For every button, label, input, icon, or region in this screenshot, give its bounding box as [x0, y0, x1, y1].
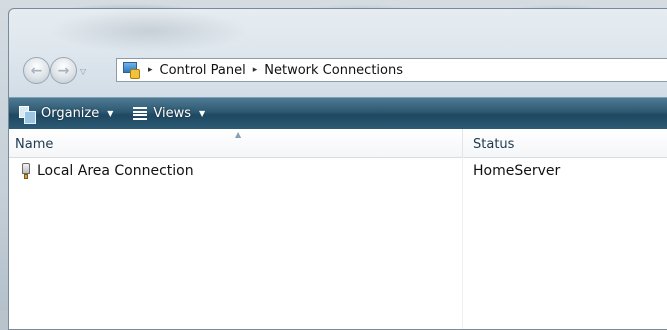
forward-button[interactable]: → — [50, 57, 77, 84]
file-list: ▲ Name Status Local Area Connection Home… — [9, 129, 667, 329]
breadcrumb-network-connections[interactable]: Network Connections — [264, 63, 403, 78]
list-item[interactable]: Local Area Connection HomeServer — [9, 162, 667, 182]
column-header-name[interactable]: ▲ Name — [9, 129, 463, 157]
organize-label: Organize — [41, 106, 100, 121]
column-header-label: Name — [15, 137, 54, 152]
navigation-bar: ← → ▽ ▸ Control Panel ▸ Network Connecti… — [9, 53, 667, 87]
explorer-window: ← → ▽ ▸ Control Panel ▸ Network Connecti… — [8, 8, 667, 330]
back-button[interactable]: ← — [23, 57, 50, 84]
column-header-label: Status — [473, 137, 515, 152]
control-panel-icon — [121, 61, 141, 79]
breadcrumb-control-panel[interactable]: Control Panel — [160, 63, 246, 78]
column-divider — [462, 157, 463, 329]
column-header-row: ▲ Name Status — [9, 129, 667, 158]
chevron-down-icon: ▼ — [199, 109, 206, 118]
command-toolbar: Organize ▼ Views ▼ — [9, 97, 667, 129]
chevron-down-icon: ▼ — [107, 109, 114, 118]
glass-title-area — [49, 9, 249, 53]
back-arrow-icon: ← — [30, 62, 43, 79]
sort-ascending-icon: ▲ — [235, 130, 242, 139]
breadcrumb-separator[interactable]: ▸ — [148, 65, 153, 75]
connection-name: Local Area Connection — [37, 163, 194, 179]
forward-arrow-icon: → — [57, 62, 70, 79]
recent-pages-dropdown[interactable]: ▽ — [80, 67, 86, 76]
views-button[interactable]: Views ▼ — [127, 98, 211, 129]
address-bar[interactable]: ▸ Control Panel ▸ Network Connections — [116, 58, 667, 82]
breadcrumb-separator[interactable]: ▸ — [253, 65, 258, 75]
connection-status: HomeServer — [473, 163, 561, 179]
views-icon — [133, 107, 148, 120]
views-label: Views — [153, 106, 192, 121]
column-header-status[interactable]: Status — [463, 129, 667, 157]
chevron-down-icon: ▽ — [80, 67, 87, 76]
network-adapter-icon — [21, 163, 31, 180]
organize-button[interactable]: Organize ▼ — [9, 98, 119, 129]
organize-icon — [19, 105, 36, 124]
